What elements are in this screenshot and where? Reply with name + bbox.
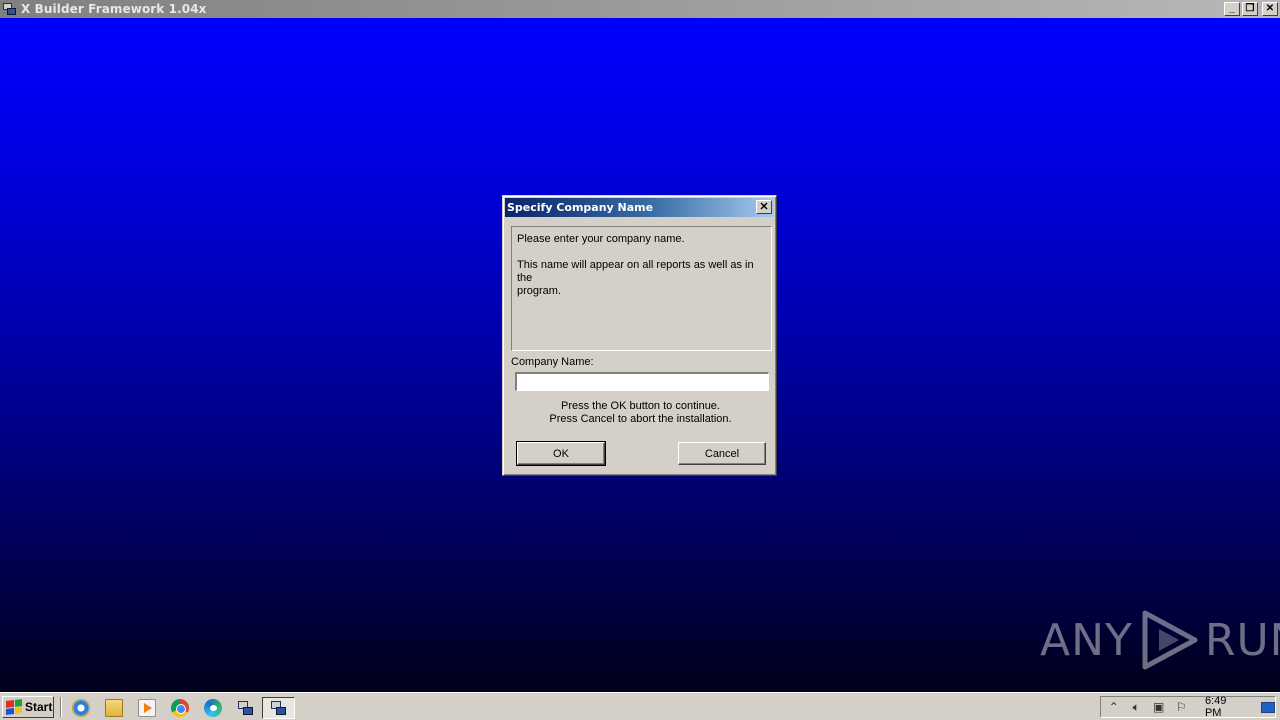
quick-launch [64, 697, 295, 719]
minimize-button[interactable]: _ [1224, 2, 1240, 16]
flag-icon[interactable]: ⚐ [1174, 700, 1187, 714]
taskbar-item-explorer[interactable] [97, 697, 130, 719]
edge-icon [203, 699, 222, 717]
anyrun-watermark: ANY RUN [1040, 608, 1280, 672]
watermark-text-left: ANY [1040, 614, 1133, 666]
restore-button[interactable]: ❐ [1242, 2, 1258, 16]
close-button[interactable]: ✕ [1262, 2, 1278, 16]
windows-logo-icon [6, 699, 22, 715]
taskbar-item-installer[interactable] [229, 697, 262, 719]
system-tray: ⌃ 🔈︎ ▣ ⚐ 6:49 PM [1100, 695, 1276, 719]
company-name-dialog: Specify Company Name ✕ Please enter your… [502, 195, 777, 476]
taskbar-separator [60, 697, 62, 717]
taskbar-item-edge[interactable] [196, 697, 229, 719]
dialog-titlebar[interactable]: Specify Company Name ✕ [505, 198, 774, 217]
speaker-icon[interactable]: 🔈︎ [1129, 700, 1142, 715]
internet-explorer-icon [71, 699, 90, 717]
taskbar-item-x-builder[interactable] [262, 697, 295, 719]
company-name-input[interactable] [515, 372, 769, 391]
window-controls: _ ❐ ✕ [1224, 2, 1278, 16]
taskbar: Start ⌃ 🔈︎ ▣ ⚐ 6:49 PM [0, 692, 1280, 720]
network-icon[interactable]: ▣ [1152, 700, 1165, 714]
chevron-up-icon[interactable]: ⌃ [1107, 700, 1120, 714]
play-logo-icon [1142, 610, 1198, 670]
taskbar-item-media-player[interactable] [130, 697, 163, 719]
app-titlebar: X Builder Framework 1.04x _ ❐ ✕ [0, 0, 1280, 18]
cancel-button[interactable]: Cancel [678, 442, 766, 465]
folder-icon [104, 699, 123, 717]
ok-button[interactable]: OK [516, 441, 606, 466]
company-name-label: Company Name: [511, 356, 594, 368]
show-desktop-icon[interactable] [1261, 701, 1275, 713]
info-panel: Please enter your company name. This nam… [511, 226, 772, 351]
x-builder-icon [270, 699, 288, 717]
clock-time[interactable]: 6:49 PM [1205, 695, 1244, 719]
installer-icon [237, 699, 255, 717]
media-player-icon [137, 699, 156, 717]
info-text-line: This name will appear on all reports as … [517, 259, 754, 284]
info-text-line: program. [517, 285, 562, 297]
app-icon[interactable] [2, 1, 18, 17]
hint-abort: Press Cancel to abort the installation. [549, 413, 732, 425]
watermark-text-right: RUN [1204, 614, 1280, 666]
dialog-title: Specify Company Name [507, 201, 654, 214]
info-text-line: Please enter your company name. [517, 233, 685, 245]
dialog-close-button[interactable]: ✕ [756, 200, 772, 214]
app-title: X Builder Framework 1.04x [21, 2, 207, 16]
taskbar-item-chrome[interactable] [163, 697, 196, 719]
hint-continue: Press the OK button to continue. [561, 400, 720, 412]
chrome-icon [170, 699, 189, 717]
start-button[interactable]: Start [2, 696, 54, 718]
start-label: Start [25, 700, 53, 714]
taskbar-item-ie[interactable] [64, 697, 97, 719]
